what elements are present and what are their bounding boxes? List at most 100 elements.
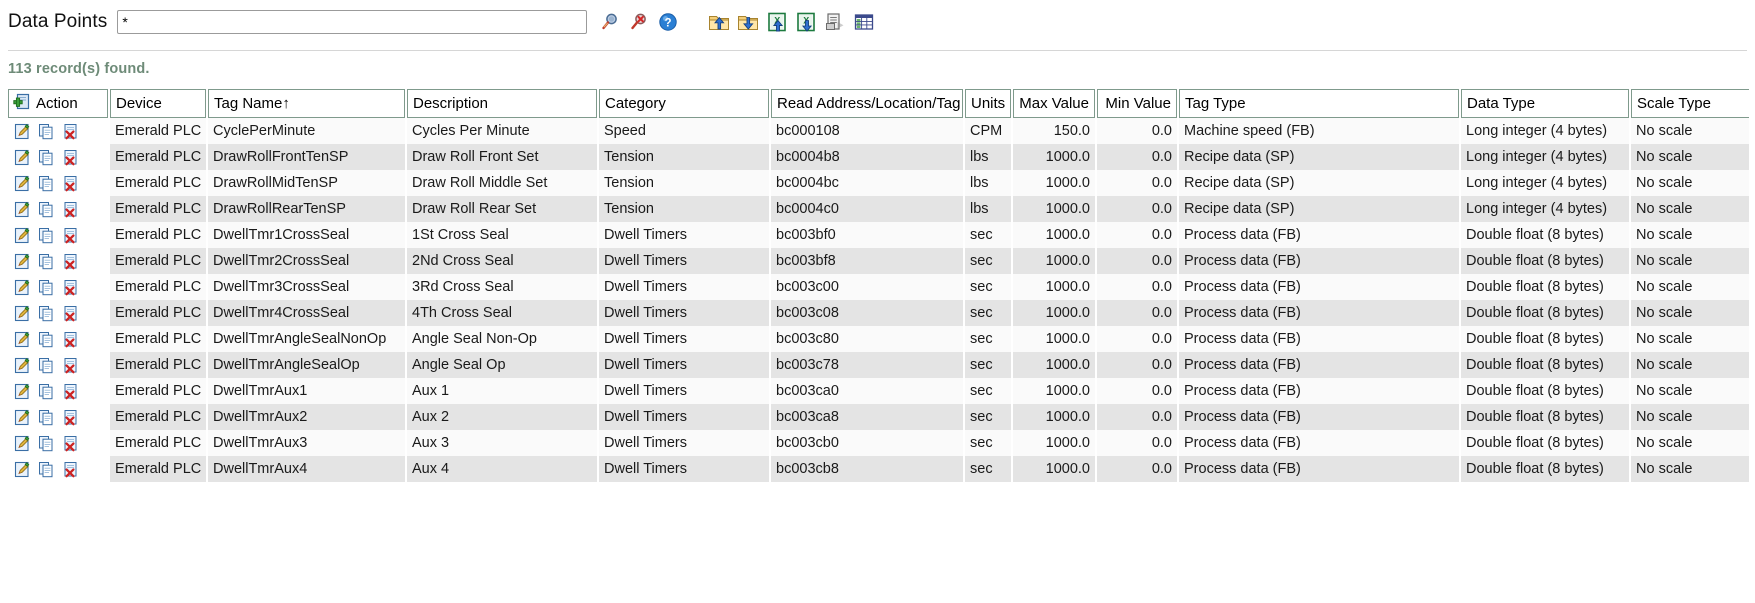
table-row[interactable]: Emerald PLC DrawRollFrontTenSP Draw Roll… xyxy=(8,144,1749,170)
print-icon[interactable] xyxy=(822,9,848,35)
folder-import-icon[interactable] xyxy=(706,9,732,35)
copy-row-icon[interactable] xyxy=(37,434,55,452)
copy-row-icon[interactable] xyxy=(37,252,55,270)
table-row[interactable]: Emerald PLC DwellTmr2CrossSeal 2Nd Cross… xyxy=(8,248,1749,274)
cell-min-value: 0.0 xyxy=(1097,248,1177,274)
folder-export-icon[interactable] xyxy=(735,9,761,35)
column-header-min-value[interactable]: Min Value xyxy=(1097,89,1177,118)
copy-row-icon[interactable] xyxy=(37,330,55,348)
edit-row-icon[interactable] xyxy=(13,434,31,452)
edit-row-icon[interactable] xyxy=(13,148,31,166)
column-header-category[interactable]: Category xyxy=(599,89,769,118)
help-icon[interactable]: ? xyxy=(655,9,681,35)
edit-row-icon[interactable] xyxy=(13,460,31,478)
column-header-data-type[interactable]: Data Type xyxy=(1461,89,1629,118)
delete-row-icon[interactable] xyxy=(61,382,79,400)
delete-row-icon[interactable] xyxy=(61,148,79,166)
table-row[interactable]: Emerald PLC DwellTmrAngleSealOp Angle Se… xyxy=(8,352,1749,378)
delete-row-icon[interactable] xyxy=(61,434,79,452)
delete-row-icon[interactable] xyxy=(61,304,79,322)
cell-scale-type: No scale xyxy=(1631,326,1749,352)
table-row[interactable]: Emerald PLC DrawRollMidTenSP Draw Roll M… xyxy=(8,170,1749,196)
cell-units: sec xyxy=(965,222,1011,248)
delete-row-icon[interactable] xyxy=(61,278,79,296)
copy-row-icon[interactable] xyxy=(37,382,55,400)
table-header-row: Action Device Tag Name↑ Description Cate… xyxy=(8,89,1749,118)
delete-row-icon[interactable] xyxy=(61,356,79,374)
edit-row-icon[interactable] xyxy=(13,278,31,296)
table-row[interactable]: Emerald PLC DwellTmrAux2 Aux 2 Dwell Tim… xyxy=(8,404,1749,430)
column-header-max-value[interactable]: Max Value xyxy=(1013,89,1095,118)
cell-data-type: Double float (8 bytes) xyxy=(1461,300,1629,326)
table-row[interactable]: Emerald PLC DwellTmr4CrossSeal 4Th Cross… xyxy=(8,300,1749,326)
grid-view-icon[interactable] xyxy=(851,9,877,35)
edit-row-icon[interactable] xyxy=(13,252,31,270)
column-header-scale-type[interactable]: Scale Type xyxy=(1631,89,1749,118)
cell-units: lbs xyxy=(965,196,1011,222)
copy-row-icon[interactable] xyxy=(37,200,55,218)
cell-description: 3Rd Cross Seal xyxy=(407,274,597,300)
cell-category: Dwell Timers xyxy=(599,326,769,352)
edit-row-icon[interactable] xyxy=(13,356,31,374)
column-header-device[interactable]: Device xyxy=(110,89,206,118)
table-row[interactable]: Emerald PLC DwellTmrAux1 Aux 1 Dwell Tim… xyxy=(8,378,1749,404)
delete-row-icon[interactable] xyxy=(61,408,79,426)
edit-row-icon[interactable] xyxy=(13,330,31,348)
delete-row-icon[interactable] xyxy=(61,200,79,218)
copy-row-icon[interactable] xyxy=(37,408,55,426)
table-row[interactable]: Emerald PLC DrawRollRearTenSP Draw Roll … xyxy=(8,196,1749,222)
add-record-icon[interactable] xyxy=(13,93,30,114)
cell-tag-name: DrawRollRearTenSP xyxy=(208,196,405,222)
search-input[interactable] xyxy=(117,10,588,34)
delete-row-icon[interactable] xyxy=(61,460,79,478)
table-row[interactable]: Emerald PLC CyclePerMinute Cycles Per Mi… xyxy=(8,118,1749,144)
copy-row-icon[interactable] xyxy=(37,460,55,478)
column-header-tag-type[interactable]: Tag Type xyxy=(1179,89,1459,118)
cell-category: Tension xyxy=(599,196,769,222)
copy-row-icon[interactable] xyxy=(37,304,55,322)
table-row[interactable]: Emerald PLC DwellTmrAux3 Aux 3 Dwell Tim… xyxy=(8,430,1749,456)
copy-row-icon[interactable] xyxy=(37,148,55,166)
cell-read-address: bc0004c0 xyxy=(771,196,963,222)
copy-row-icon[interactable] xyxy=(37,174,55,192)
edit-row-icon[interactable] xyxy=(13,226,31,244)
cell-max-value: 1000.0 xyxy=(1013,144,1095,170)
column-header-action[interactable]: Action xyxy=(8,89,108,118)
delete-row-icon[interactable] xyxy=(61,330,79,348)
cell-tag-type: Recipe data (SP) xyxy=(1179,144,1459,170)
copy-row-icon[interactable] xyxy=(37,356,55,374)
delete-row-icon[interactable] xyxy=(61,252,79,270)
excel-import-icon[interactable]: X xyxy=(764,9,790,35)
cell-min-value: 0.0 xyxy=(1097,170,1177,196)
table-row[interactable]: Emerald PLC DwellTmr3CrossSeal 3Rd Cross… xyxy=(8,274,1749,300)
delete-row-icon[interactable] xyxy=(61,174,79,192)
search-icon[interactable] xyxy=(597,9,623,35)
delete-row-icon[interactable] xyxy=(61,122,79,140)
data-points-table: Action Device Tag Name↑ Description Cate… xyxy=(6,89,1749,482)
excel-export-icon[interactable]: X xyxy=(793,9,819,35)
cell-description: Aux 3 xyxy=(407,430,597,456)
column-header-description[interactable]: Description xyxy=(407,89,597,118)
cell-max-value: 1000.0 xyxy=(1013,196,1095,222)
edit-row-icon[interactable] xyxy=(13,174,31,192)
cell-read-address: bc003c78 xyxy=(771,352,963,378)
delete-row-icon[interactable] xyxy=(61,226,79,244)
cell-tag-type: Process data (FB) xyxy=(1179,222,1459,248)
cell-scale-type: No scale xyxy=(1631,456,1749,482)
column-header-read-address[interactable]: Read Address/Location/Tag xyxy=(771,89,963,118)
edit-row-icon[interactable] xyxy=(13,304,31,322)
edit-row-icon[interactable] xyxy=(13,122,31,140)
edit-row-icon[interactable] xyxy=(13,382,31,400)
table-row[interactable]: Emerald PLC DwellTmr1CrossSeal 1St Cross… xyxy=(8,222,1749,248)
copy-row-icon[interactable] xyxy=(37,226,55,244)
column-header-tag-name[interactable]: Tag Name↑ xyxy=(208,89,405,118)
copy-row-icon[interactable] xyxy=(37,278,55,296)
column-header-units[interactable]: Units xyxy=(965,89,1011,118)
row-actions-cell xyxy=(8,144,108,170)
clear-search-icon[interactable] xyxy=(626,9,652,35)
copy-row-icon[interactable] xyxy=(37,122,55,140)
table-row[interactable]: Emerald PLC DwellTmrAngleSealNonOp Angle… xyxy=(8,326,1749,352)
edit-row-icon[interactable] xyxy=(13,200,31,218)
table-row[interactable]: Emerald PLC DwellTmrAux4 Aux 4 Dwell Tim… xyxy=(8,456,1749,482)
edit-row-icon[interactable] xyxy=(13,408,31,426)
